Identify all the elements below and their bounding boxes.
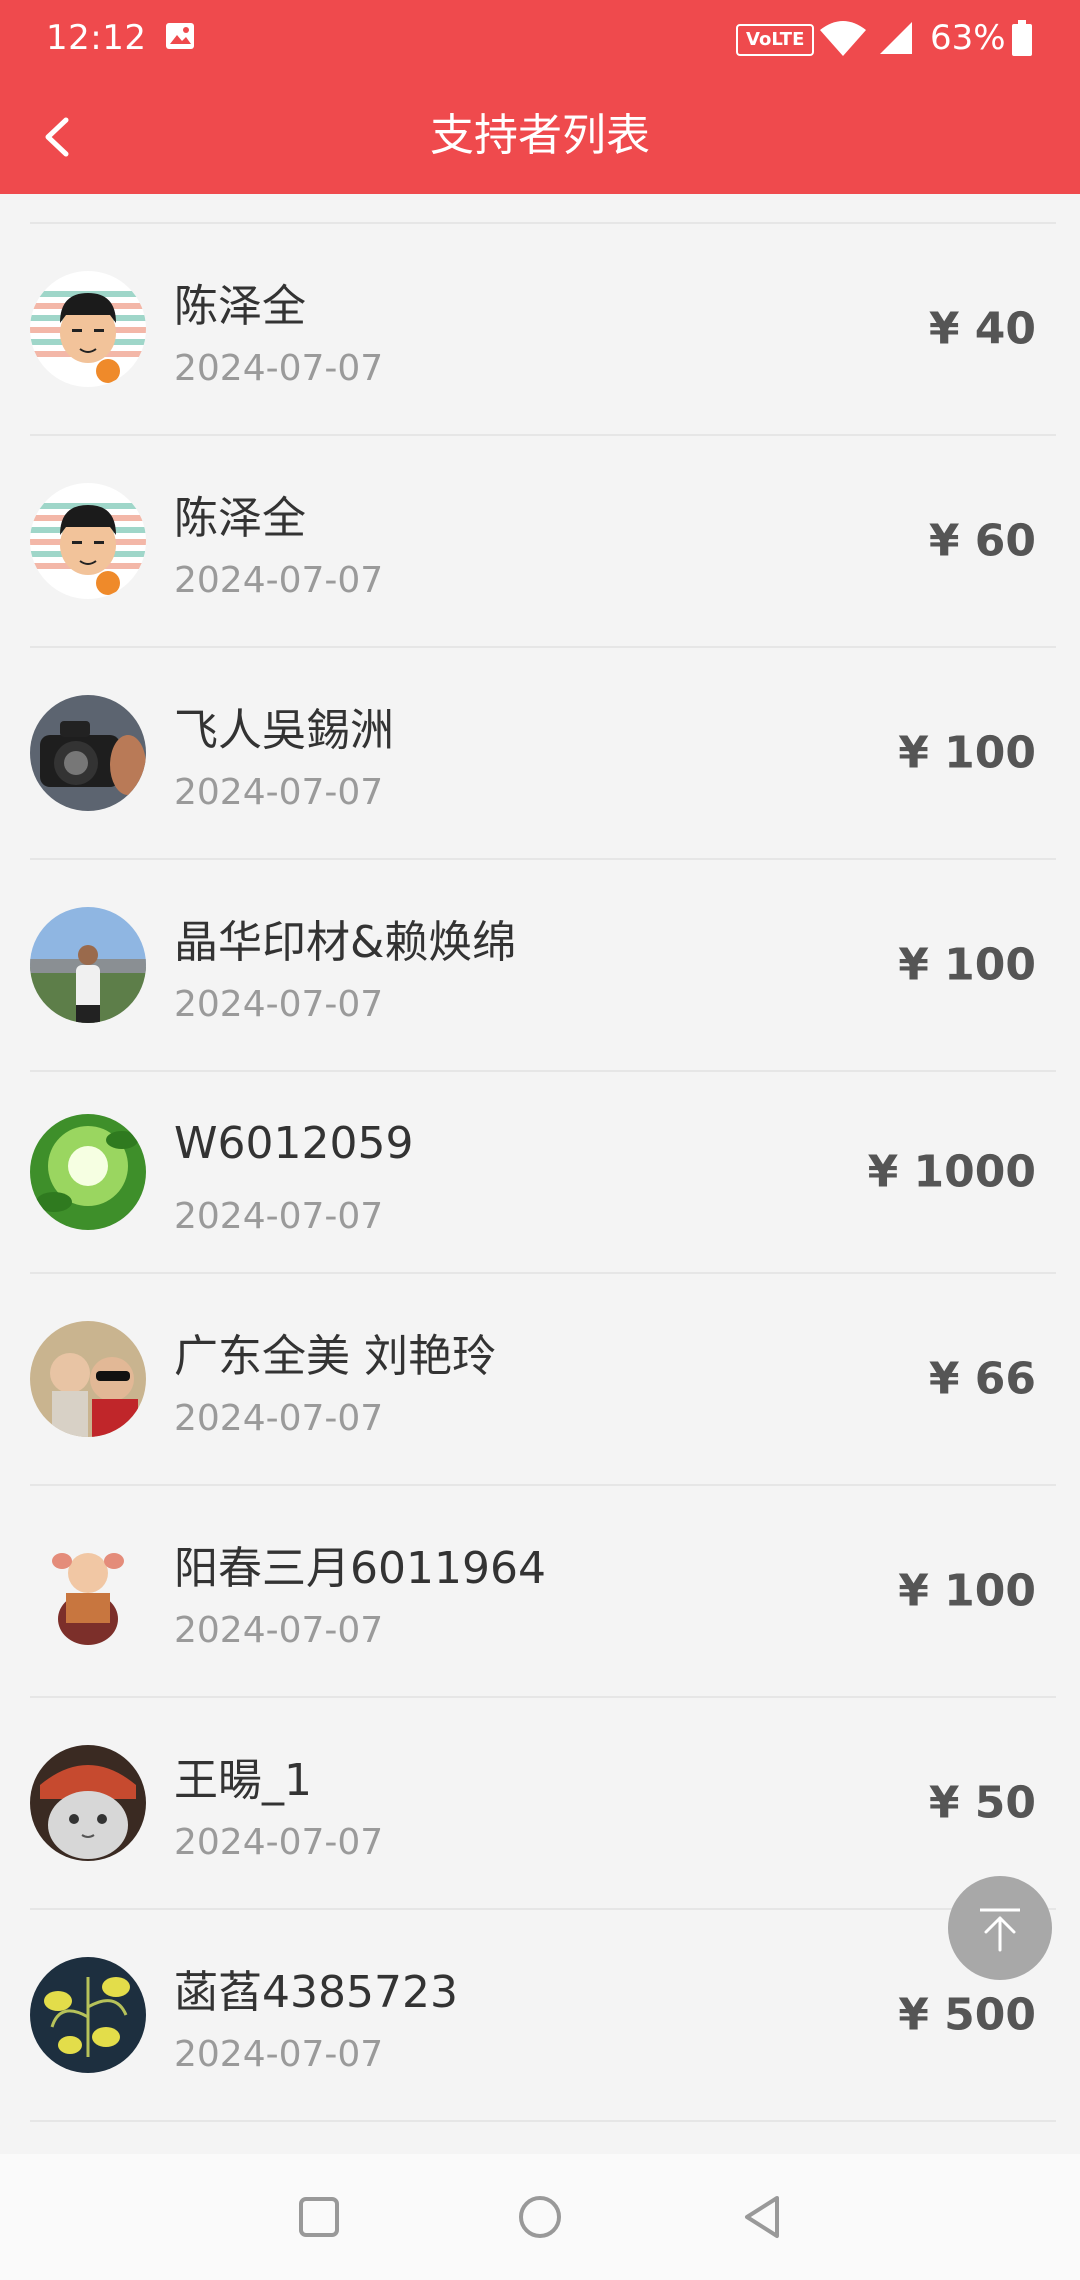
supporter-row[interactable]: 飞人吳錫洲 2024-07-07 ¥ 100: [30, 648, 1056, 860]
support-date: 2024-07-07: [174, 1398, 384, 1439]
support-amount: ¥ 100: [898, 727, 1036, 779]
supporter-row[interactable]: 晶华印材&赖焕绵 2024-07-07 ¥ 100: [30, 860, 1056, 1072]
avatar: [30, 1957, 146, 2073]
home-icon[interactable]: [515, 2192, 565, 2242]
avatar: [30, 695, 146, 811]
supporter-name: 广东全美 刘艳玲: [174, 1331, 496, 1382]
status-time: 12:12: [46, 18, 147, 58]
volte-badge: VoLTE: [736, 24, 815, 56]
supporter-name: 菡萏4385723: [174, 1967, 458, 2018]
support-amount: ¥ 100: [898, 939, 1036, 991]
recent-apps-icon[interactable]: [294, 2192, 344, 2242]
avatar: [30, 907, 146, 1023]
supporter-row[interactable]: 王暘_1 2024-07-07 ¥ 50: [30, 1698, 1056, 1910]
avatar: [30, 271, 146, 387]
image-notification-icon: [166, 23, 194, 49]
supporter-name: 陈泽全: [174, 281, 306, 332]
support-amount: ¥ 100: [898, 1565, 1036, 1617]
avatar: [30, 483, 146, 599]
avatar: [30, 1533, 146, 1649]
supporter-row[interactable]: 广东全美 刘艳玲 2024-07-07 ¥ 66: [30, 1274, 1056, 1486]
system-navigation-bar: [0, 2154, 1080, 2280]
wifi-icon: [820, 21, 866, 56]
support-date: 2024-07-07: [174, 2034, 384, 2075]
support-amount: ¥ 500: [898, 1989, 1036, 2041]
support-amount: ¥ 40: [928, 303, 1036, 355]
support-date: 2024-07-07: [174, 1610, 384, 1651]
supporter-name: 晶华印材&赖焕绵: [174, 917, 517, 968]
arrow-up-to-top-icon: [980, 1908, 1020, 1952]
support-amount: ¥ 66: [928, 1353, 1036, 1405]
supporter-name: 阳春三月6011964: [174, 1543, 546, 1594]
support-date: 2024-07-07: [174, 560, 384, 601]
page-title: 支持者列表: [430, 110, 650, 161]
supporter-row[interactable]: 陈泽全 2024-07-07 ¥ 40: [30, 224, 1056, 436]
support-date: 2024-07-07: [174, 984, 384, 1025]
support-date: 2024-07-07: [174, 1196, 384, 1237]
supporter-row[interactable]: W6012059 2024-07-07 ¥ 1000: [30, 1072, 1056, 1274]
supporter-name: 王暘_1: [174, 1755, 312, 1806]
supporter-name: 陈泽全: [174, 493, 306, 544]
support-date: 2024-07-07: [174, 772, 384, 813]
avatar: [30, 1745, 146, 1861]
battery-icon: [1012, 20, 1032, 56]
status-bar: 12:12 VoLTE 63%: [0, 0, 1080, 78]
support-amount: ¥ 50: [928, 1777, 1036, 1829]
supporter-row[interactable]: 菡萏4385723 2024-07-07 ¥ 500: [30, 1910, 1056, 2122]
support-amount: ¥ 60: [928, 515, 1036, 567]
supporter-row[interactable]: 阳春三月6011964 2024-07-07 ¥ 100: [30, 1486, 1056, 1698]
supporter-row[interactable]: 陈泽全 2024-07-07 ¥ 60: [30, 436, 1056, 648]
supporter-list: 陈泽全 2024-07-07 ¥ 40 陈泽全 2024-07-07 ¥ 60: [30, 222, 1056, 2122]
support-date: 2024-07-07: [174, 1822, 384, 1863]
app-header: 12:12 VoLTE 63% 支持者列表: [0, 0, 1080, 194]
avatar: [30, 1321, 146, 1437]
supporter-name: 飞人吳錫洲: [174, 705, 394, 756]
signal-icon: [880, 22, 912, 54]
support-date: 2024-07-07: [174, 348, 384, 389]
support-amount: ¥ 1000: [867, 1146, 1036, 1198]
back-to-top-button[interactable]: [948, 1876, 1052, 1980]
battery-percentage: 63%: [930, 18, 1006, 58]
back-nav-icon[interactable]: [737, 2192, 787, 2242]
supporter-name: W6012059: [174, 1118, 414, 1169]
avatar: [30, 1114, 146, 1230]
